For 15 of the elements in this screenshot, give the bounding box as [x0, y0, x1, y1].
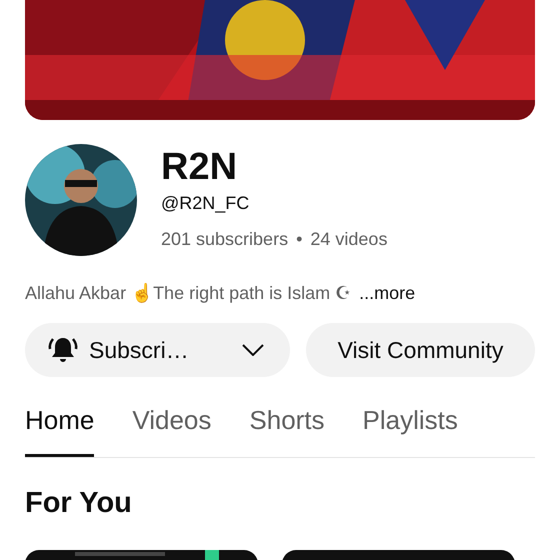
video-count: 24 videos [310, 228, 388, 252]
more-link[interactable]: ...more [359, 280, 416, 307]
visit-community-button[interactable]: Visit Community [306, 323, 535, 377]
channel-name: R2N [161, 146, 238, 189]
subscribe-button[interactable]: Subscri… [25, 323, 290, 377]
tab[interactable]: Playlists [362, 401, 458, 457]
tab[interactable]: Home [25, 401, 94, 457]
channel-handle: @R2N_FC [161, 192, 250, 214]
separator: • [296, 228, 302, 252]
tab[interactable]: Videos [132, 401, 212, 457]
section-title: For You [25, 486, 133, 521]
chevron-down-icon [242, 344, 264, 356]
subscriber-count: 201 subscribers [161, 228, 288, 252]
channel-description: Allahu Akbar ☝The right path is Islam ☪ [25, 282, 352, 305]
tab[interactable]: Shorts [249, 401, 325, 457]
